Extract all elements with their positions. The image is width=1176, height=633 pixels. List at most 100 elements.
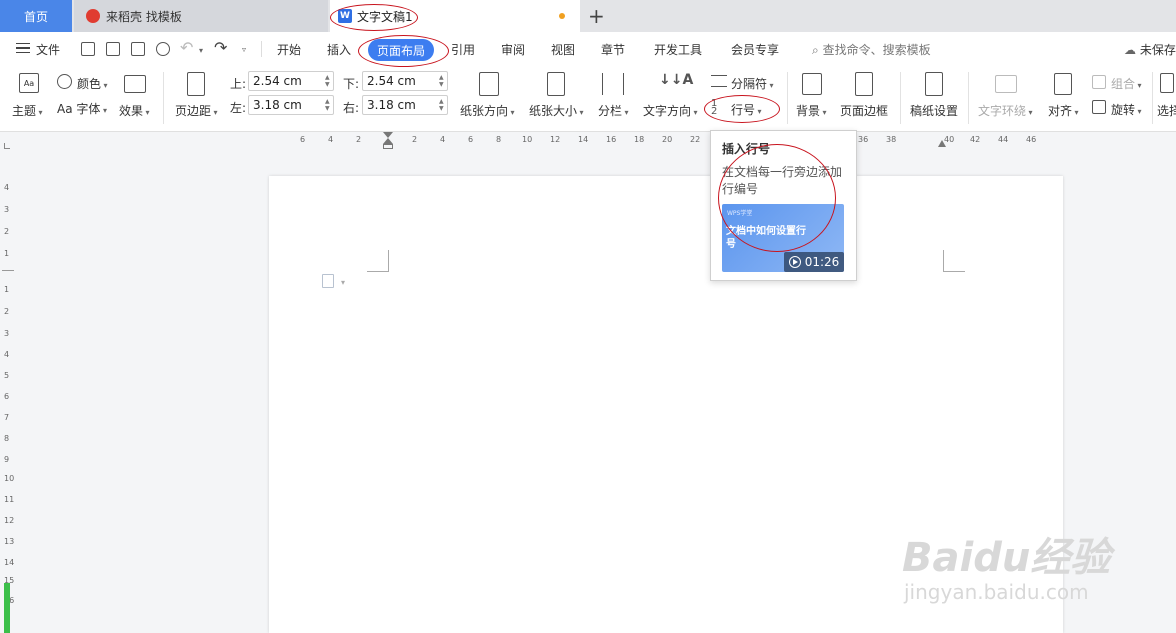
undo-dropdown-icon[interactable]: ▾ <box>199 46 203 55</box>
menu-chapter[interactable]: 章节 <box>601 41 625 58</box>
background-button[interactable]: 背景 ▾ <box>796 102 827 119</box>
breaks-icon[interactable] <box>711 75 727 87</box>
menu-start[interactable]: 开始 <box>277 41 301 58</box>
rotate-icon[interactable] <box>1092 100 1106 114</box>
orientation-button[interactable]: 纸张方向 ▾ <box>460 102 515 119</box>
left-margin-input[interactable]: 3.18 cm <box>248 95 334 115</box>
select-icon[interactable] <box>1160 73 1174 93</box>
left-margin-value: 3.18 cm <box>253 98 302 112</box>
cloud-icon: ☁ <box>1124 43 1136 57</box>
top-margin-input[interactable]: 2.54 cm <box>248 71 334 91</box>
tab-daoke[interactable]: 来稻壳 找模板 <box>74 0 328 32</box>
ruler-tick: 40 <box>944 135 955 144</box>
undo-icon[interactable]: ↶ <box>180 38 193 57</box>
video-duration[interactable]: 01:26 <box>784 252 844 272</box>
menu-row <box>0 32 1176 66</box>
orientation-icon[interactable] <box>479 72 499 96</box>
ruler-tick: 7 <box>4 413 10 422</box>
manuscript-icon[interactable] <box>925 72 943 96</box>
paper-size-button[interactable]: 纸张大小 ▾ <box>529 102 584 119</box>
menu-member[interactable]: 会员专享 <box>731 41 779 58</box>
command-search[interactable]: ⌕ 查找命令、搜索模板 <box>812 41 931 58</box>
quick-access-dropdown-icon[interactable]: ▿ <box>242 45 246 54</box>
ruler-tick: 13 <box>4 537 15 546</box>
ruler-tick: 4 <box>4 350 10 359</box>
menu-file[interactable]: 文件 <box>36 41 60 58</box>
save-icon[interactable] <box>81 42 95 56</box>
right-margin-label: 右: <box>343 101 360 115</box>
paragraph-format-icon[interactable] <box>322 274 334 288</box>
select-button[interactable]: 选择 <box>1157 102 1176 119</box>
menu-view[interactable]: 视图 <box>551 41 575 58</box>
ruler-tick: 6 <box>4 392 10 401</box>
text-direction-label: 文字方向 <box>643 104 692 118</box>
palette-icon <box>57 74 72 89</box>
ruler-tick: 3 <box>4 205 10 214</box>
columns-label: 分栏 <box>598 104 623 118</box>
right-margin-input[interactable]: 3.18 cm <box>362 95 448 115</box>
margins-label: 页边距 <box>175 104 212 118</box>
paragraph-dropdown-icon[interactable]: ▾ <box>341 278 345 287</box>
align-label: 对齐 <box>1048 104 1073 118</box>
preview-icon[interactable] <box>156 42 170 56</box>
margins-button[interactable]: 页边距 ▾ <box>175 102 218 119</box>
left-margin-stepper[interactable]: ▲ ▼ <box>325 98 330 112</box>
columns-icon[interactable] <box>602 73 624 95</box>
tab-home[interactable]: 首页 <box>0 0 72 32</box>
font-label: 字体 <box>76 102 101 116</box>
columns-button[interactable]: 分栏 ▾ <box>598 102 629 119</box>
paper-size-icon[interactable] <box>547 72 565 96</box>
ruler-margin-line <box>2 270 14 271</box>
top-margin-stepper[interactable]: ▲ ▼ <box>325 74 330 88</box>
background-label: 背景 <box>796 104 821 118</box>
group-label: 组合 <box>1111 77 1136 91</box>
tab-daoke-label: 来稻壳 找模板 <box>106 9 182 24</box>
ruler-tick: 44 <box>998 135 1009 144</box>
ruler-tick: 2 <box>412 135 418 144</box>
effect-button[interactable]: 效果 ▾ <box>119 102 150 119</box>
manuscript-button[interactable]: 稿纸设置 <box>910 102 958 119</box>
text-direction-icon[interactable]: ↓↓A <box>659 72 693 88</box>
right-margin-value: 3.18 cm <box>367 98 416 112</box>
text-wrap-icon <box>995 75 1017 93</box>
align-button[interactable]: 对齐 ▾ <box>1048 102 1079 119</box>
theme-button[interactable]: 主题 ▾ <box>12 102 43 119</box>
group-button[interactable]: 组合 ▾ <box>1111 75 1142 92</box>
color-button[interactable]: 颜色 ▾ <box>77 75 108 92</box>
export-icon[interactable] <box>106 42 120 56</box>
page-border-button[interactable]: 页面边框 <box>840 102 888 119</box>
rotate-label: 旋转 <box>1111 103 1136 117</box>
menu-review[interactable]: 审阅 <box>501 41 525 58</box>
ribbon-divider <box>787 72 788 124</box>
paper-size-label: 纸张大小 <box>529 104 578 118</box>
rotate-button[interactable]: 旋转 ▾ <box>1111 101 1142 118</box>
bottom-margin-stepper[interactable]: ▲ ▼ <box>439 74 444 88</box>
page-border-icon[interactable] <box>855 72 873 96</box>
search-input: 查找命令、搜索模板 <box>822 43 931 57</box>
top-margin-value: 2.54 cm <box>253 74 302 88</box>
text-wrap-button[interactable]: 文字环绕 ▾ <box>978 102 1033 119</box>
right-margin-stepper[interactable]: ▲ ▼ <box>439 98 444 112</box>
baidu-watermark: Baidu经验 <box>902 535 1111 581</box>
theme-icon[interactable]: Aa <box>19 73 39 93</box>
cloud-save-status[interactable]: ☁ 未保存 <box>1124 41 1176 58</box>
unsaved-dot-icon <box>559 13 565 19</box>
effect-icon[interactable] <box>124 75 146 93</box>
print-icon[interactable] <box>131 42 145 56</box>
redo-icon[interactable]: ↷ <box>214 38 227 57</box>
indent-marker-icon[interactable] <box>383 132 393 152</box>
menu-developer[interactable]: 开发工具 <box>654 41 702 58</box>
text-direction-button[interactable]: 文字方向 ▾ <box>643 102 698 119</box>
bottom-margin-input[interactable]: 2.54 cm <box>362 71 448 91</box>
font-button[interactable]: Aa 字体 ▾ <box>57 100 107 117</box>
menu-insert[interactable]: 插入 <box>327 41 351 58</box>
menu-divider <box>261 41 262 57</box>
ruler-tick: 38 <box>886 135 897 144</box>
align-icon[interactable] <box>1054 73 1072 95</box>
margins-icon[interactable] <box>187 72 205 96</box>
breaks-button[interactable]: 分隔符 ▾ <box>731 75 774 92</box>
menu-reference[interactable]: 引用 <box>451 41 475 58</box>
new-tab-plus-icon[interactable]: + <box>588 4 605 28</box>
baidu-watermark-url: jingyan.baidu.com <box>904 580 1089 604</box>
background-icon[interactable] <box>802 73 822 95</box>
